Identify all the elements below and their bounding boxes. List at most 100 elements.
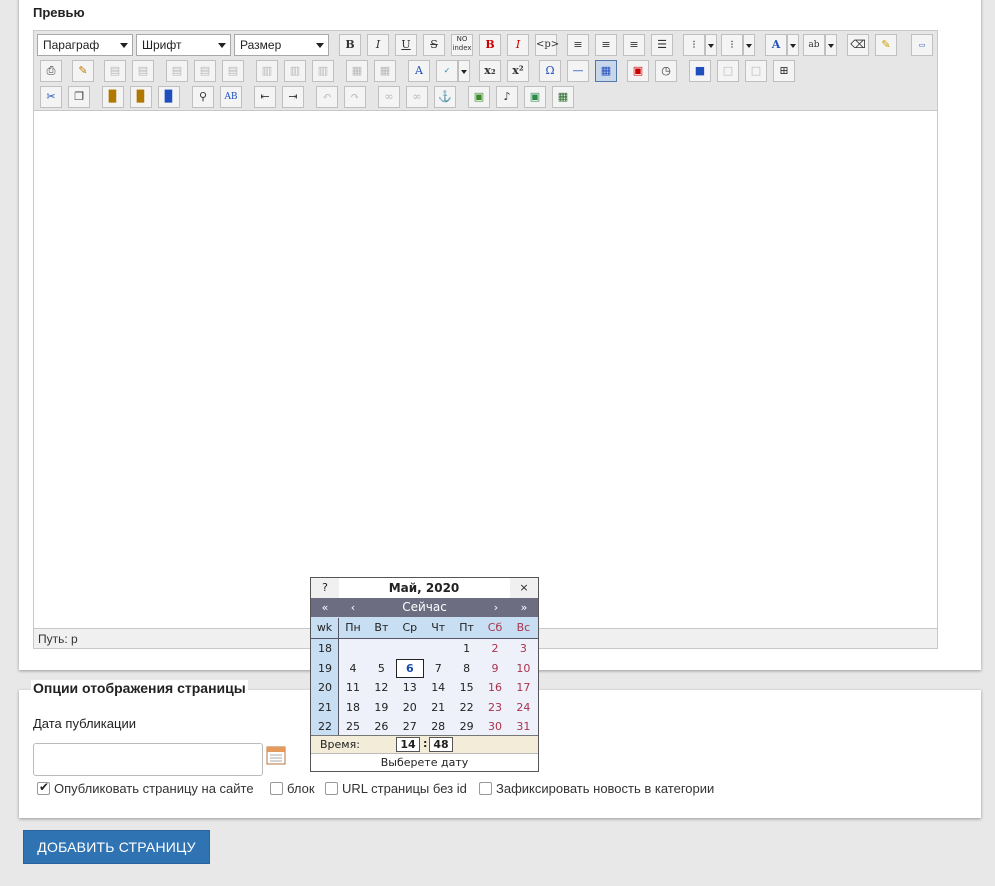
layer-icon[interactable]: □	[717, 60, 739, 82]
calendar-day[interactable]: 19	[367, 698, 395, 717]
calendar-icon[interactable]	[266, 744, 288, 766]
calendar-day[interactable]: 3	[509, 639, 537, 658]
calendar-day[interactable]: 8	[453, 659, 481, 678]
row-before-icon[interactable]: ▤	[166, 60, 188, 82]
paste-text-icon[interactable]: ▉	[130, 86, 152, 108]
calendar-day[interactable]: 10	[509, 659, 537, 678]
bold-button[interactable]: B	[339, 34, 361, 56]
calendar-day[interactable]: 29	[453, 717, 481, 736]
calendar-day[interactable]: 5	[367, 659, 395, 678]
bold-css-icon[interactable]: B	[479, 34, 501, 56]
paste-icon[interactable]: ▉	[102, 86, 124, 108]
anchor-icon[interactable]: ⚓	[434, 86, 456, 108]
video-icon[interactable]: ▦	[552, 86, 574, 108]
align-left-icon[interactable]: ≡	[567, 34, 589, 56]
layer-back-icon[interactable]: □	[745, 60, 767, 82]
fullscreen-icon[interactable]: ■	[689, 60, 711, 82]
calendar-help-button[interactable]: ?	[311, 578, 339, 598]
table-icon[interactable]: ▦	[595, 60, 617, 82]
pin-news-checkbox-row[interactable]: Зафиксировать новость в категории	[479, 781, 714, 796]
redo-icon[interactable]: ↷	[344, 86, 366, 108]
add-page-button[interactable]: ДОБАВИТЬ СТРАНИЦУ	[23, 830, 210, 864]
col-delete-icon[interactable]: ▥	[312, 60, 334, 82]
insert-time-icon[interactable]: ◷	[655, 60, 677, 82]
block-checkbox[interactable]	[270, 782, 283, 795]
edit-icon[interactable]: ✎	[72, 60, 94, 82]
strikethrough-button[interactable]: S	[423, 34, 445, 56]
col-before-icon[interactable]: ▥	[256, 60, 278, 82]
col-after-icon[interactable]: ▥	[284, 60, 306, 82]
editor-content-area[interactable]	[34, 112, 937, 628]
calendar-day[interactable]: 23	[481, 698, 509, 717]
copy-icon[interactable]: ❐	[68, 86, 90, 108]
size-select[interactable]: Размер	[234, 34, 329, 56]
calendar-day[interactable]: 12	[367, 678, 395, 697]
align-right-icon[interactable]: ≡	[623, 34, 645, 56]
publish-checkbox-row[interactable]: Опубликовать страницу на сайте	[37, 780, 254, 796]
calendar-day[interactable]: 31	[509, 717, 537, 736]
cut-icon[interactable]: ✂	[40, 86, 62, 108]
spellcheck-icon[interactable]: ✓	[436, 60, 458, 82]
horizontal-rule-icon[interactable]: —	[567, 60, 589, 82]
calendar-day[interactable]: 27	[396, 717, 424, 736]
calendar-day[interactable]: 9	[481, 659, 509, 678]
row-insert-icon[interactable]: ▤	[104, 60, 126, 82]
calendar-day[interactable]: 24	[509, 698, 537, 717]
eraser-icon[interactable]: ⌫	[847, 34, 869, 56]
html-source-icon[interactable]: ▭	[911, 34, 933, 56]
calendar-day[interactable]: 17	[509, 678, 537, 697]
align-center-icon[interactable]: ≡	[595, 34, 617, 56]
special-char-button[interactable]: Ω	[539, 60, 561, 82]
calendar-day[interactable]: 7	[424, 659, 452, 678]
publish-checkbox[interactable]	[37, 780, 50, 795]
next-month-button[interactable]: ›	[482, 598, 510, 617]
calendar-day[interactable]: 26	[367, 717, 395, 736]
url-no-id-checkbox-row[interactable]: URL страницы без id	[325, 781, 467, 796]
font-color-icon[interactable]: A	[765, 34, 787, 56]
calendar-day[interactable]: 20	[396, 698, 424, 717]
unlink-icon[interactable]: ∞	[406, 86, 428, 108]
calendar-day[interactable]: 16	[481, 678, 509, 697]
file-manager-icon[interactable]: ▣	[468, 86, 490, 108]
row-delete-icon[interactable]: ▤	[222, 60, 244, 82]
highlight-color-icon[interactable]: ab	[803, 34, 825, 56]
minutes-field[interactable]: 48	[429, 737, 453, 752]
calendar-day[interactable]: 21	[424, 698, 452, 717]
merge-cells-icon[interactable]: ▦	[374, 60, 396, 82]
calendar-close-button[interactable]: ×	[510, 578, 538, 598]
find-replace-icon[interactable]: A	[408, 60, 430, 82]
row-after-icon[interactable]: ▤	[194, 60, 216, 82]
link-icon[interactable]: ∞	[378, 86, 400, 108]
url-no-id-checkbox[interactable]	[325, 782, 338, 795]
print-icon[interactable]: ⎙	[40, 60, 62, 82]
subscript-button[interactable]: x₂	[479, 60, 501, 82]
calendar-day[interactable]: 14	[424, 678, 452, 697]
superscript-button[interactable]: x²	[507, 60, 529, 82]
calendar-day[interactable]: 18	[339, 698, 367, 717]
calendar-day[interactable]: 4	[339, 659, 367, 678]
row-props-icon[interactable]: ▤	[132, 60, 154, 82]
underline-button[interactable]: U	[395, 34, 417, 56]
today-button[interactable]: Сейчас	[367, 598, 482, 617]
outdent-icon[interactable]: ⇤	[254, 86, 276, 108]
calendar-day[interactable]: 11	[339, 678, 367, 697]
format-select[interactable]: Параграф	[37, 34, 133, 56]
italic-button[interactable]: I	[367, 34, 389, 56]
audio-icon[interactable]: ♪	[496, 86, 518, 108]
paragraph-tag-icon[interactable]: <p>	[535, 34, 559, 56]
italic-css-icon[interactable]: I	[507, 34, 529, 56]
block-checkbox-row[interactable]: блок	[270, 781, 315, 796]
prev-month-button[interactable]: ‹	[339, 598, 367, 617]
next-year-button[interactable]: »	[510, 598, 538, 617]
calendar-day[interactable]: 15	[453, 678, 481, 697]
search-icon[interactable]: ⚲	[192, 86, 214, 108]
image-icon[interactable]: ▣	[524, 86, 546, 108]
insert-date-icon[interactable]: ▣	[627, 60, 649, 82]
spellcheck-dropdown[interactable]	[458, 60, 470, 82]
replace-icon[interactable]: AB	[220, 86, 242, 108]
numbered-list-icon[interactable]: ⁝	[721, 34, 743, 56]
undo-icon[interactable]: ↶	[316, 86, 338, 108]
calendar-day[interactable]: 30	[481, 717, 509, 736]
calendar-day[interactable]: 2	[481, 639, 509, 658]
bullet-list-icon[interactable]: ⁝	[683, 34, 705, 56]
